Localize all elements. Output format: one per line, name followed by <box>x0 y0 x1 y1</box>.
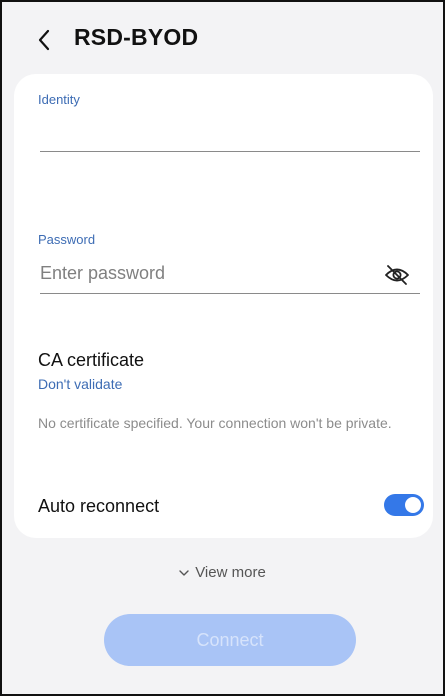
auto-reconnect-label: Auto reconnect <box>38 496 160 516</box>
auto-reconnect-toggle[interactable] <box>384 494 424 516</box>
eye-off-icon <box>385 265 409 285</box>
view-more-button[interactable]: View more <box>2 564 443 581</box>
wifi-network-settings-screen: RSD-BYOD Identity Password CA certificat… <box>0 0 445 696</box>
password-input[interactable] <box>40 258 370 288</box>
page-title: RSD-BYOD <box>74 24 199 50</box>
connect-button[interactable]: Connect <box>104 614 356 666</box>
back-button[interactable] <box>30 26 58 54</box>
identity-label: Identity <box>38 92 80 107</box>
ca-certificate-value[interactable]: Don't validate <box>38 376 122 392</box>
identity-underline <box>40 151 420 152</box>
ca-certificate-title[interactable]: CA certificate <box>38 350 144 371</box>
network-settings-card: Identity Password CA certificate Don't v… <box>14 74 433 538</box>
view-more-label: View more <box>195 564 266 581</box>
chevron-down-icon <box>179 569 189 576</box>
password-visibility-toggle[interactable] <box>382 262 412 288</box>
password-label: Password <box>38 232 96 247</box>
ca-certificate-note: No certificate specified. Your connectio… <box>38 415 392 431</box>
toggle-knob <box>405 497 421 513</box>
header: RSD-BYOD <box>2 2 443 74</box>
password-underline <box>40 293 420 294</box>
chevron-left-icon <box>38 29 50 51</box>
identity-input[interactable] <box>40 116 370 146</box>
